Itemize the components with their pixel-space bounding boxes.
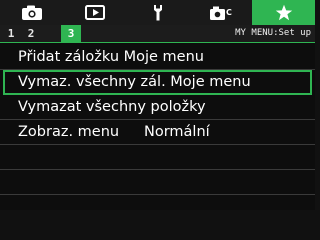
tab-my-menu[interactable] <box>252 0 315 25</box>
tab-playback[interactable] <box>63 0 126 25</box>
tab-setup[interactable] <box>126 0 189 25</box>
camera-icon <box>21 5 42 20</box>
wrench-icon <box>153 5 162 21</box>
subtab-3[interactable]: 3 <box>61 25 81 42</box>
tab-title: MY MENU:Set up <box>235 28 311 38</box>
camera-menu-screen: C 1 2 3 MY MENU:Set up Přidat záložku Mo… <box>0 0 315 210</box>
empty-menu-row <box>0 170 315 195</box>
menu-item-delete-all-tabs[interactable]: Vymaz. všechny zál. Moje menu <box>3 70 312 95</box>
svg-text:C: C <box>226 8 232 17</box>
menu-item-add-tab[interactable]: Přidat záložku Moje menu <box>0 45 315 70</box>
playback-icon <box>84 5 105 20</box>
menu-list: Přidat záložku Moje menu Vymaz. všechny … <box>0 45 315 195</box>
menu-item-label: Přidat záložku Moje menu <box>18 49 204 65</box>
menu-item-label: Vymaz. všechny zál. Moje menu <box>18 74 251 90</box>
star-icon <box>275 4 292 20</box>
menu-item-value: Normální <box>144 124 210 140</box>
menu-item-delete-all-items[interactable]: Vymazat všechny položky <box>0 95 315 120</box>
tab-shooting[interactable] <box>0 0 63 25</box>
subtab-2[interactable]: 2 <box>21 25 41 42</box>
menu-item-label: Zobraz. menu <box>18 124 120 140</box>
tab-divider <box>0 42 315 43</box>
custom-camera-icon: C <box>209 6 232 20</box>
subtab-1[interactable]: 1 <box>1 25 21 42</box>
menu-item-display-menu[interactable]: Zobraz. menu Normální <box>0 120 315 145</box>
category-tab-bar: C <box>0 0 315 25</box>
empty-menu-row <box>0 145 315 170</box>
tab-custom-functions[interactable]: C <box>189 0 252 25</box>
sub-tab-bar: 1 2 3 MY MENU:Set up <box>0 25 315 42</box>
menu-item-label: Vymazat všechny položky <box>18 99 206 115</box>
